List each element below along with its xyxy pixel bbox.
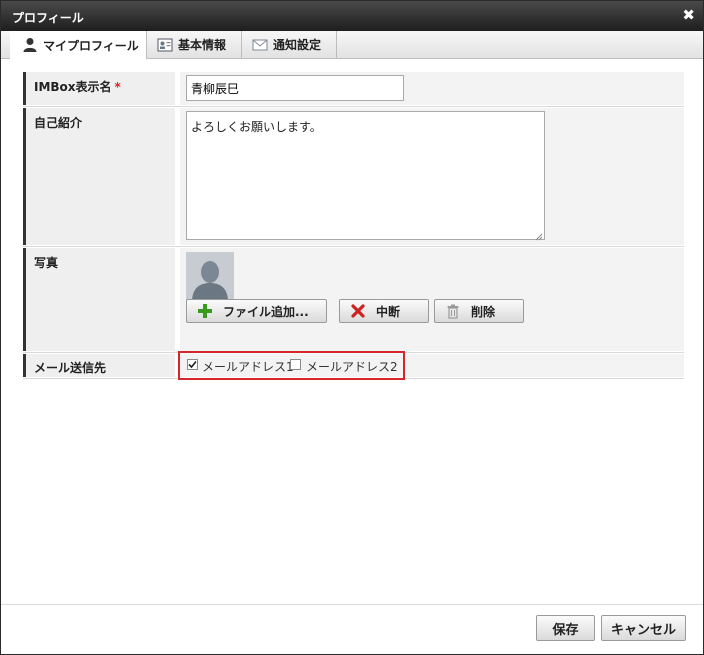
avatar bbox=[186, 252, 234, 300]
x-icon bbox=[350, 303, 366, 319]
mail-address-2-label[interactable]: メールアドレス2 bbox=[306, 358, 398, 375]
cancel-upload-label: 中断 bbox=[376, 304, 401, 319]
bio-textarea[interactable]: よろしくお願いします。 bbox=[186, 111, 545, 241]
id-card-icon bbox=[157, 37, 173, 53]
cancel-button[interactable]: キャンセル bbox=[601, 615, 686, 641]
tab-basic-info[interactable]: 基本情報 bbox=[147, 31, 242, 58]
delete-photo-button[interactable]: 削除 bbox=[434, 299, 524, 323]
resize-grip-icon[interactable] bbox=[535, 230, 543, 241]
tab-my-profile[interactable]: マイプロフィール bbox=[10, 31, 147, 59]
profile-dialog: プロフィール ✖ マイプロフィール 基本情報 通知設定 IMBox表示名 * 青… bbox=[0, 0, 704, 655]
plus-icon bbox=[197, 303, 213, 319]
row-divider bbox=[23, 106, 684, 107]
dialog-title: プロフィール bbox=[12, 11, 84, 25]
display-name-label-cell: IMBox表示名 * bbox=[23, 72, 175, 105]
close-icon[interactable]: ✖ bbox=[682, 6, 695, 24]
tab-label: マイプロフィール bbox=[43, 38, 139, 53]
trash-icon bbox=[445, 303, 461, 319]
tab-notification[interactable]: 通知設定 bbox=[242, 31, 337, 58]
tab-label: 基本情報 bbox=[178, 38, 227, 52]
photo-label-cell: 写真 bbox=[23, 248, 175, 351]
photo-label: 写真 bbox=[34, 256, 59, 270]
row-divider bbox=[23, 246, 684, 247]
mail-label: メール送信先 bbox=[34, 361, 107, 375]
person-icon bbox=[22, 37, 38, 53]
mail-address-1-checkbox[interactable] bbox=[187, 359, 198, 370]
delete-photo-label: 削除 bbox=[471, 304, 496, 319]
display-name-input[interactable] bbox=[186, 75, 404, 101]
tab-bar: マイプロフィール 基本情報 通知設定 bbox=[1, 31, 703, 59]
mail-label-cell: メール送信先 bbox=[23, 354, 175, 377]
mail-address-2-checkbox[interactable] bbox=[290, 359, 301, 370]
required-mark: * bbox=[114, 80, 121, 94]
display-name-label: IMBox表示名 * bbox=[34, 80, 121, 94]
bio-text: よろしくお願いします。 bbox=[191, 120, 322, 134]
mail-address-1-label[interactable]: メールアドレス1 bbox=[202, 358, 294, 375]
footer-divider bbox=[1, 604, 703, 605]
add-file-button[interactable]: ファイル追加... bbox=[186, 299, 327, 323]
envelope-icon bbox=[252, 37, 268, 53]
cancel-upload-button[interactable]: 中断 bbox=[339, 299, 429, 323]
add-file-label: ファイル追加... bbox=[223, 304, 309, 319]
bio-label-cell: 自己紹介 bbox=[23, 108, 175, 245]
bio-label: 自己紹介 bbox=[34, 116, 83, 130]
tab-label: 通知設定 bbox=[273, 38, 322, 52]
dialog-titlebar: プロフィール ✖ bbox=[1, 1, 703, 31]
save-button[interactable]: 保存 bbox=[536, 615, 595, 641]
